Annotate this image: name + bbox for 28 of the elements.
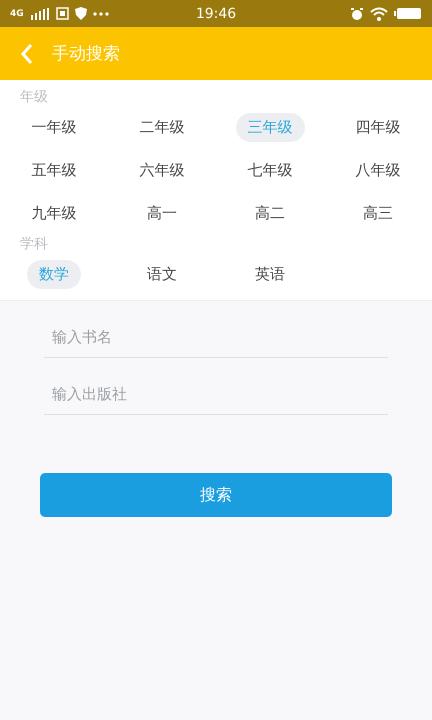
option-chip[interactable]: 五年级 — [20, 156, 88, 185]
battery-icon — [394, 7, 422, 20]
shield-icon — [74, 7, 87, 20]
option-chip[interactable]: 二年级 — [128, 113, 196, 142]
sim-card-icon — [56, 7, 69, 20]
option-chip[interactable]: 高一 — [135, 199, 189, 228]
section-label: 年级 — [20, 88, 48, 106]
option-chip[interactable]: 七年级 — [236, 156, 304, 185]
page-title: 手动搜索 — [52, 43, 120, 65]
option-chip[interactable]: 语文 — [135, 260, 189, 289]
option-chip[interactable]: 高三 — [351, 199, 405, 228]
option-chip[interactable]: 六年级 — [128, 156, 196, 185]
more-icon — [92, 12, 109, 16]
wifi-icon — [370, 6, 388, 20]
alarm-icon — [350, 6, 364, 20]
input-field[interactable]: 输入出版社 — [44, 374, 388, 415]
option-chip[interactable]: 八年级 — [344, 156, 412, 185]
section-label: 学科 — [20, 235, 48, 253]
option-chip[interactable]: 英语 — [243, 260, 297, 289]
option-chip[interactable]: 九年级 — [20, 199, 88, 228]
option-chip[interactable]: 一年级 — [20, 113, 88, 142]
option-chip[interactable]: 高二 — [243, 199, 297, 228]
clock: 19:46 — [194, 6, 238, 22]
back-icon[interactable] — [20, 42, 34, 64]
signal-icon — [30, 8, 50, 20]
input-field[interactable]: 输入书名 — [44, 317, 388, 358]
option-chip[interactable]: 四年级 — [344, 113, 412, 142]
network-label: 4G — [10, 8, 24, 18]
